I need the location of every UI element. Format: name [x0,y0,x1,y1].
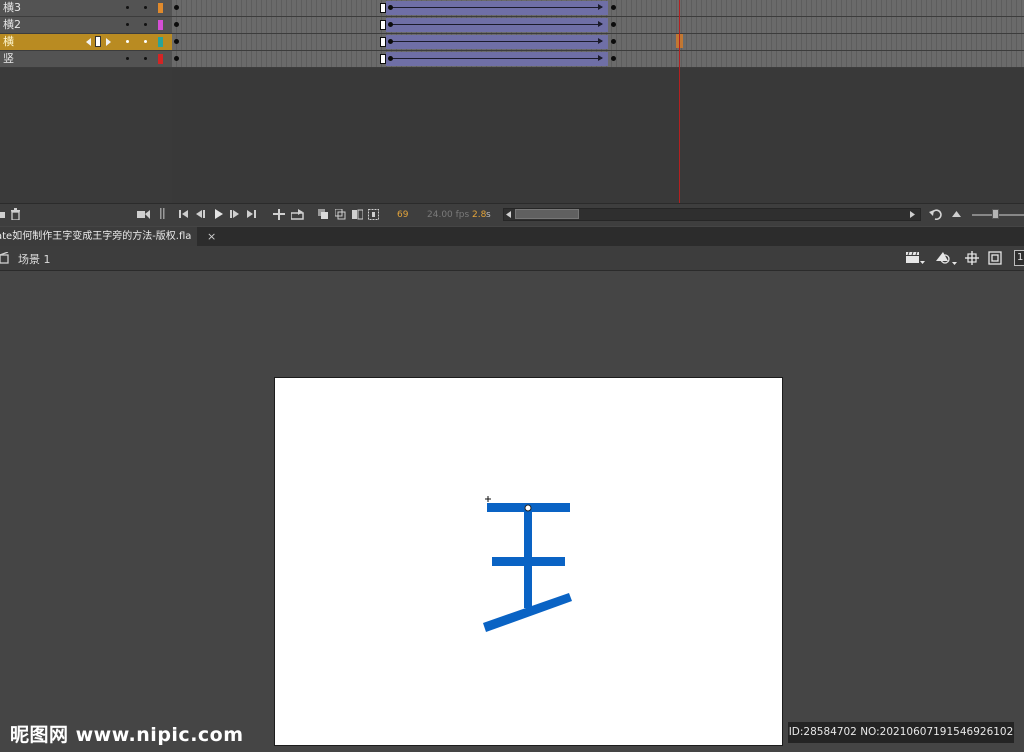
elapsed-time-unit: s [486,210,491,220]
step-forward-icon[interactable] [230,209,240,219]
go-to-first-frame-icon[interactable] [179,209,189,219]
motion-tween-span[interactable] [386,35,608,49]
visibility-dot-icon[interactable] [126,23,129,26]
frame-row[interactable] [172,51,1024,68]
next-keyframe-icon[interactable] [106,38,111,46]
lock-dot-icon[interactable] [144,40,147,43]
scroll-left-icon[interactable] [506,211,512,218]
outline-color-swatch[interactable] [158,20,163,30]
close-tab-icon[interactable]: × [207,227,216,246]
keyframe-marker[interactable] [174,56,179,61]
step-back-icon[interactable] [196,209,206,219]
clapperboard-icon[interactable] [905,251,925,265]
keyframe-marker[interactable] [611,22,616,27]
snap-icon[interactable] [965,251,979,265]
keyframe-marker[interactable] [388,39,393,44]
visibility-dot-icon[interactable] [126,40,129,43]
visibility-dot-icon[interactable] [126,6,129,9]
edit-multiple-frames-icon[interactable] [352,209,363,220]
keyframe-marker[interactable] [388,56,393,61]
zoom-out-icon[interactable] [952,211,961,217]
keyframe-marker[interactable] [388,22,393,27]
modify-onion-markers-icon[interactable] [368,209,379,220]
zoom-field[interactable]: 1 [1014,250,1024,266]
layer-name: 竖 [3,52,14,65]
keyframe-marker[interactable] [611,39,616,44]
edit-bar: 1 [0,246,1024,271]
lock-dot-icon[interactable] [144,6,147,9]
loop-icon[interactable] [291,209,304,220]
layer-row-shu[interactable]: 竖 [0,51,172,68]
keyframe-marker[interactable] [611,5,616,10]
watermark-logo: 昵图网 www.nipic.com [10,724,244,746]
document-tab-title[interactable]: ate如何制作王字变成王字旁的方法-版权.fla [0,231,191,242]
undo-icon[interactable] [929,208,943,221]
layer-list: 横3 横2 横 竖 [0,0,173,203]
zoom-slider-handle[interactable] [992,209,999,219]
watermark-id: ID:28584702 NO:20210607191546926102 [788,722,1014,743]
go-to-last-frame-icon[interactable] [247,209,257,219]
onion-skin-outline-icon[interactable] [335,209,346,220]
scene-breadcrumb[interactable]: 场景 1 [18,251,51,267]
keyframe-marker[interactable] [174,39,179,44]
trash-icon[interactable] [10,208,21,220]
transform-point-icon [524,504,532,512]
scrollbar-thumb[interactable] [515,209,579,219]
crosshair-icon [485,496,491,502]
playhead[interactable] [679,0,680,203]
stage-canvas[interactable] [274,377,783,746]
layer-row-heng3[interactable]: 横3 [0,0,172,17]
lock-dot-icon[interactable] [144,23,147,26]
new-layer-icon[interactable] [0,209,6,221]
previous-keyframe-icon[interactable] [86,38,91,46]
frame-row[interactable] [172,34,1024,51]
outline-color-swatch[interactable] [158,3,163,13]
frame-row[interactable] [172,0,1024,17]
motion-tween-span[interactable] [386,52,608,66]
scene-icon[interactable] [0,252,9,264]
outline-color-swatch[interactable] [158,54,163,64]
keyframe-marker[interactable] [174,5,179,10]
lock-dot-icon[interactable] [144,57,147,60]
wang-character-art[interactable] [275,378,782,745]
scroll-right-icon[interactable] [910,211,916,218]
keyframe-nav-control[interactable] [86,36,111,48]
motion-tween-span[interactable] [386,18,608,32]
motion-tween-span[interactable] [386,1,608,15]
add-keyframe-icon[interactable] [95,36,101,47]
layer-row-heng2[interactable]: 横2 [0,17,172,34]
fps-readout[interactable]: 24.00 fps [427,209,469,221]
visibility-dot-icon[interactable] [126,57,129,60]
outline-color-swatch[interactable] [158,37,163,47]
keyframe-marker[interactable] [388,5,393,10]
edit-symbols-icon[interactable] [934,250,958,266]
fit-stage-icon[interactable] [988,251,1002,265]
document-tab[interactable]: ate如何制作王字变成王字旁的方法-版权.fla [0,227,198,246]
play-icon[interactable] [214,209,224,219]
frame-grid[interactable] [172,0,1024,203]
layer-name: 横3 [3,1,21,14]
current-frame-readout[interactable]: 69 [397,209,408,221]
layer-name: 横 [3,35,14,48]
panel-grip-icon[interactable] [160,208,166,220]
frame-row[interactable] [172,17,1024,34]
camera-icon[interactable] [137,209,150,220]
layer-row-heng-selected[interactable]: 横 [0,34,172,51]
center-frame-icon[interactable] [273,209,285,220]
onion-skin-icon[interactable] [318,209,329,220]
vertical-stroke [524,508,532,608]
layer-name: 横2 [3,18,21,31]
elapsed-time-readout[interactable]: 2.8 [472,209,486,221]
keyframe-marker[interactable] [611,56,616,61]
keyframe-marker[interactable] [174,22,179,27]
